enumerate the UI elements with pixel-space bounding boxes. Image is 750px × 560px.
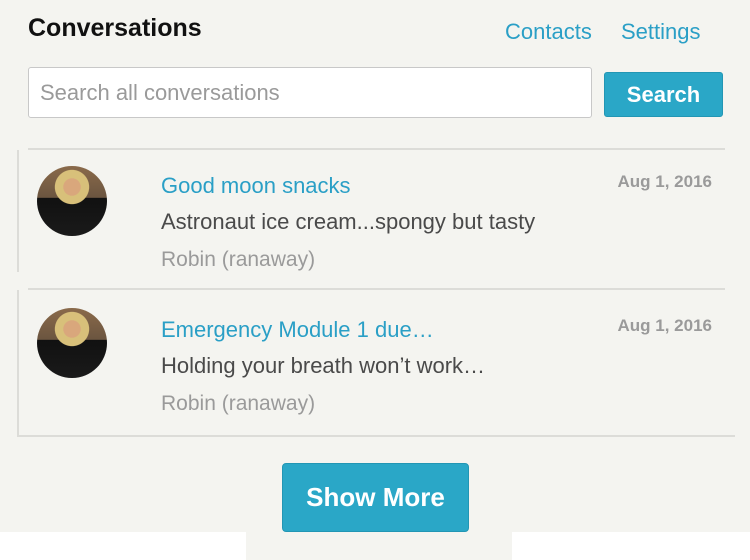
avatar [37,166,107,236]
divider [17,290,19,436]
divider [28,148,725,150]
search-button[interactable]: Search [604,72,723,117]
avatar [37,308,107,378]
divider [17,150,19,272]
conversation-title[interactable]: Good moon snacks [161,173,351,199]
divider [28,288,725,290]
conversations-panel: Conversations Contacts Settings Search G… [0,0,750,532]
conversation-item[interactable]: Emergency Module 1 due… Holding your bre… [17,288,737,438]
page-title: Conversations [28,14,202,42]
settings-link[interactable]: Settings [621,19,701,45]
panel-footer [246,532,512,560]
conversation-item[interactable]: Good moon snacks Astronaut ice cream...s… [17,148,737,288]
contacts-link[interactable]: Contacts [505,19,592,45]
conversation-snippet: Astronaut ice cream...spongy but tasty [161,209,536,234]
conversation-date: Aug 1, 2016 [617,316,713,335]
search-input[interactable] [28,67,592,118]
conversation-snippet: Holding your breath won’t work… [161,353,486,378]
divider [17,435,735,437]
show-more-button[interactable]: Show More [282,463,469,532]
conversation-author: Robin (ranaway) [161,248,316,271]
conversation-date: Aug 1, 2016 [617,172,713,191]
conversation-author: Robin (ranaway) [161,392,316,415]
conversation-title[interactable]: Emergency Module 1 due… [161,317,434,343]
